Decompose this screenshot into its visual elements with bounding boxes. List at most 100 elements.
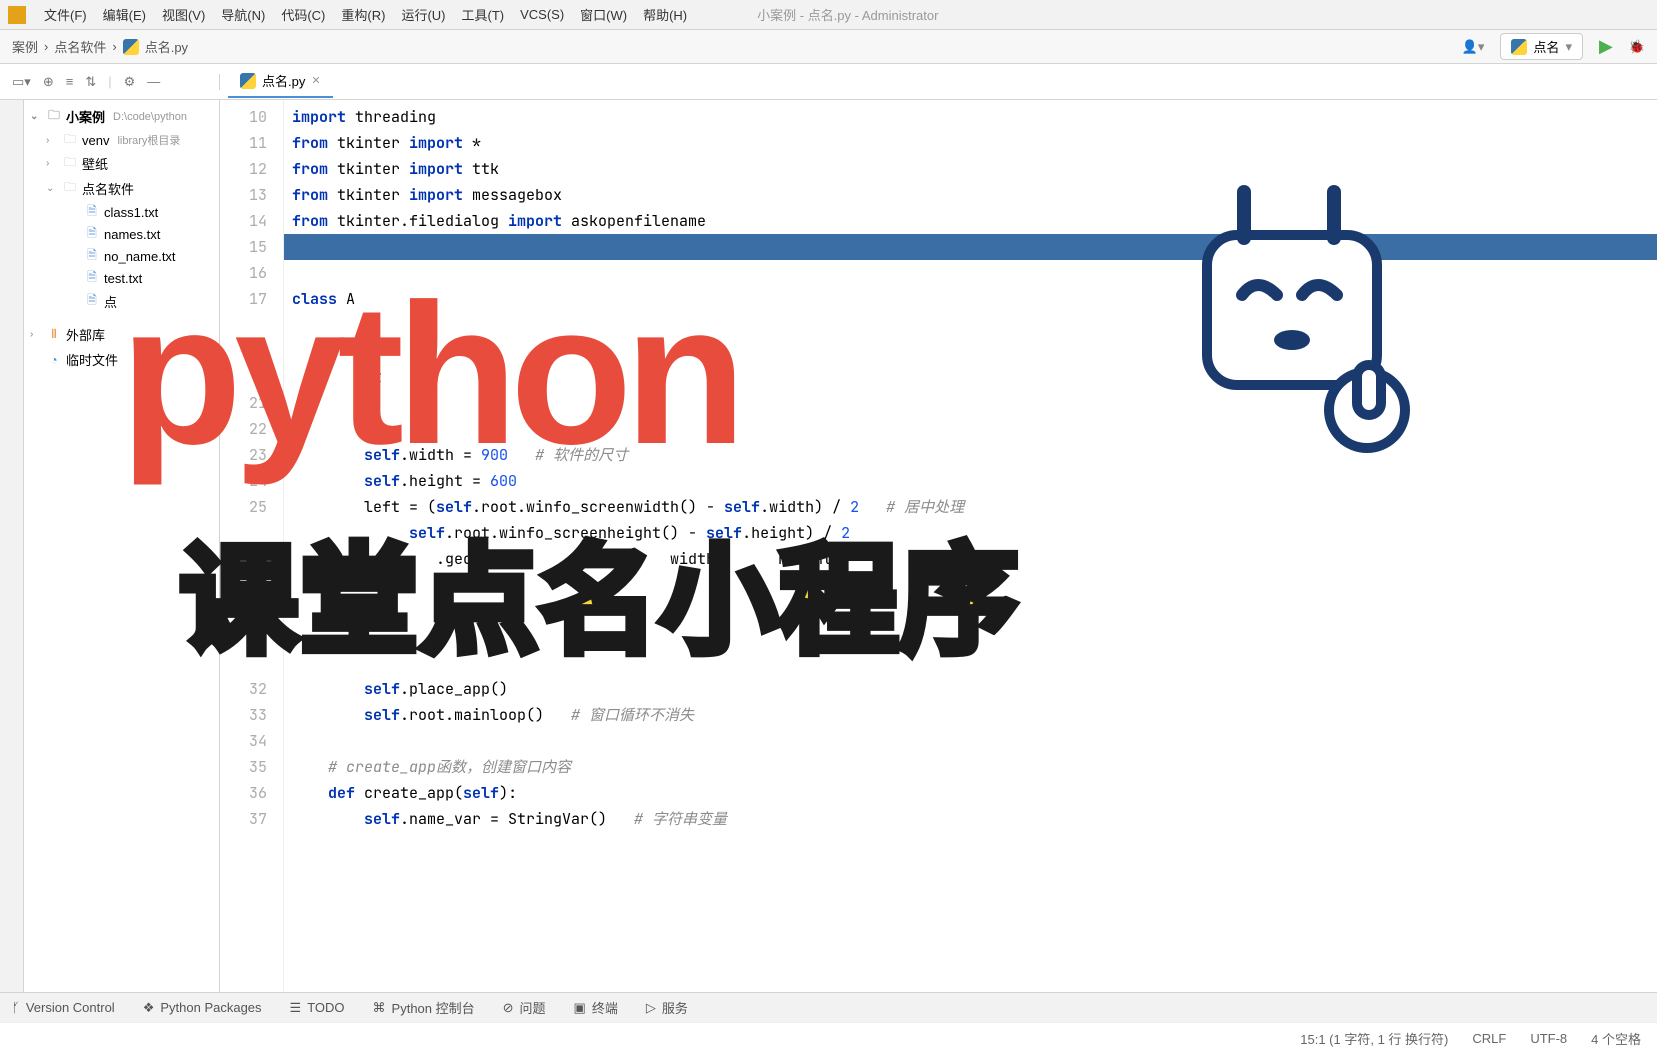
tree-folder[interactable]: ⌄ 🗀 点名软件 [24,176,219,201]
line-number[interactable]: 13 [224,182,267,208]
line-number[interactable]: 11 [224,130,267,156]
tree-file[interactable]: 🗎 点 [24,289,219,314]
toolwin-todo[interactable]: ☰TODO [290,1000,345,1016]
run-configuration-selector[interactable]: 点名 ▾ [1500,33,1583,60]
toolwin-packages[interactable]: ❖Python Packages [143,1000,262,1016]
line-number[interactable] [224,572,267,598]
line-number[interactable]: 21 [224,390,267,416]
code-line[interactable]: # create_app函数，创建窗口内容 [284,754,1657,780]
project-view-icon[interactable]: ▭▾ [12,74,31,90]
tree-file[interactable]: 🗎 class1.txt [24,201,219,223]
code-line[interactable] [284,260,1657,286]
line-number[interactable]: 24 [224,468,267,494]
toolwin-python-console[interactable]: ⌘Python 控制台 [373,998,475,1017]
status-indent[interactable]: 4 个空格 [1591,1029,1641,1048]
code-line[interactable]: self.place_app() [284,676,1657,702]
crumb-folder[interactable]: 点名软件 [54,37,106,56]
menu-help[interactable]: 帮助(H) [637,1,693,28]
code-line[interactable]: self.width = 900 # 软件的尺寸 [284,442,1657,468]
line-number[interactable] [224,364,267,390]
gutter[interactable]: 1011121314151617 2122232425 323334353637 [220,100,284,1040]
code-line[interactable] [284,312,1657,338]
line-number[interactable]: 25 [224,494,267,520]
code-area[interactable]: import threadingfrom tkinter import *fro… [284,100,1657,1040]
code-line[interactable]: self.root.mainloop() # 窗口循环不消失 [284,702,1657,728]
close-tab-icon[interactable]: ✕ [311,74,320,87]
code-line[interactable] [284,728,1657,754]
code-line[interactable]: st F [284,364,1657,390]
code-line[interactable]: from tkinter.filedialog import askopenfi… [284,208,1657,234]
line-number[interactable] [224,520,267,546]
line-number[interactable]: 12 [224,156,267,182]
select-opened-file-icon[interactable]: ⊕ [43,74,54,90]
code-line[interactable]: n 5 [284,390,1657,416]
toolwin-services[interactable]: ▷服务 [646,998,688,1017]
menu-window[interactable]: 窗口(W) [574,1,633,28]
line-number[interactable]: 34 [224,728,267,754]
tree-file[interactable]: 🗎 names.txt [24,223,219,245]
line-number[interactable] [224,546,267,572]
chevron-right-icon[interactable]: › [30,329,42,340]
menu-view[interactable]: 视图(V) [156,1,211,28]
toolwin-terminal[interactable]: ▣终端 [574,998,618,1017]
line-number[interactable]: 16 [224,260,267,286]
toolwin-problems[interactable]: ⊘问题 [503,998,546,1017]
code-line[interactable] [284,234,1657,260]
code-line[interactable] [284,624,1657,650]
code-line[interactable]: from tkinter import messagebox [284,182,1657,208]
crumb-file[interactable]: 点名.py [145,37,188,56]
line-number[interactable]: 33 [224,702,267,728]
line-number[interactable]: 15 [224,234,267,260]
code-line[interactable]: class A [284,286,1657,312]
code-line[interactable]: self.root.winfo_screenheight() - self.he… [284,520,1657,546]
code-line[interactable] [284,572,1657,598]
line-number[interactable]: 23 [224,442,267,468]
menu-file[interactable]: 文件(F) [38,1,93,28]
code-line[interactable] [284,338,1657,364]
menu-code[interactable]: 代码(C) [275,1,331,28]
line-number[interactable] [224,338,267,364]
tree-file[interactable]: 🗎 no_name.txt [24,245,219,267]
chevron-down-icon[interactable]: ⌄ [30,111,42,122]
status-position[interactable]: 15:1 (1 字符, 1 行 换行符) [1300,1029,1448,1048]
menu-navigate[interactable]: 导航(N) [215,1,271,28]
code-line[interactable] [284,650,1657,676]
line-number[interactable]: 10 [224,104,267,130]
code-line[interactable]: .geometry width height [284,546,1657,572]
chevron-icon[interactable]: › [46,135,58,146]
run-button[interactable]: ▶ [1599,36,1613,57]
hide-icon[interactable]: — [147,74,160,89]
line-number[interactable]: 32 [224,676,267,702]
user-icon[interactable]: 👤▾ [1462,39,1485,55]
editor-tab-active[interactable]: 点名.py ✕ [228,65,333,98]
line-number[interactable]: 37 [224,806,267,832]
code-line[interactable]: l [284,416,1657,442]
line-number[interactable]: 14 [224,208,267,234]
tree-folder[interactable]: › 🗀 venv library根目录 [24,129,219,151]
line-number[interactable]: 36 [224,780,267,806]
toolwin-vcs[interactable]: ᚶVersion Control [12,1000,115,1015]
code-line[interactable]: def create_app(self): [284,780,1657,806]
menu-run[interactable]: 运行(U) [395,1,451,28]
tree-file[interactable]: 🗎 test.txt [24,267,219,289]
menu-vcs[interactable]: VCS(S) [514,3,570,26]
code-line[interactable]: self.name_var = StringVar() # 字符串变量 [284,806,1657,832]
chevron-icon[interactable]: › [46,158,58,169]
tree-scratches[interactable]: ◔ 临时文件 [24,347,219,372]
menu-edit[interactable]: 编辑(E) [97,1,152,28]
code-line[interactable]: from tkinter import ttk [284,156,1657,182]
status-eol[interactable]: CRLF [1472,1031,1506,1046]
debug-button[interactable]: 🐞 [1629,39,1645,55]
code-line[interactable]: left = (self.root.winfo_screenwidth() - … [284,494,1657,520]
line-number[interactable]: 22 [224,416,267,442]
code-line[interactable] [284,598,1657,624]
line-number[interactable]: 17 [224,286,267,312]
project-tree[interactable]: ⌄ 🗀 小案例 D:\code\python › 🗀 venv library根… [24,100,220,1040]
code-line[interactable]: self.height = 600 [284,468,1657,494]
status-encoding[interactable]: UTF-8 [1530,1031,1567,1046]
menu-refactor[interactable]: 重构(R) [335,1,391,28]
line-number[interactable] [224,624,267,650]
line-number[interactable]: 35 [224,754,267,780]
tree-external-libs[interactable]: › ⫴ 外部库 [24,322,219,347]
line-number[interactable] [224,650,267,676]
